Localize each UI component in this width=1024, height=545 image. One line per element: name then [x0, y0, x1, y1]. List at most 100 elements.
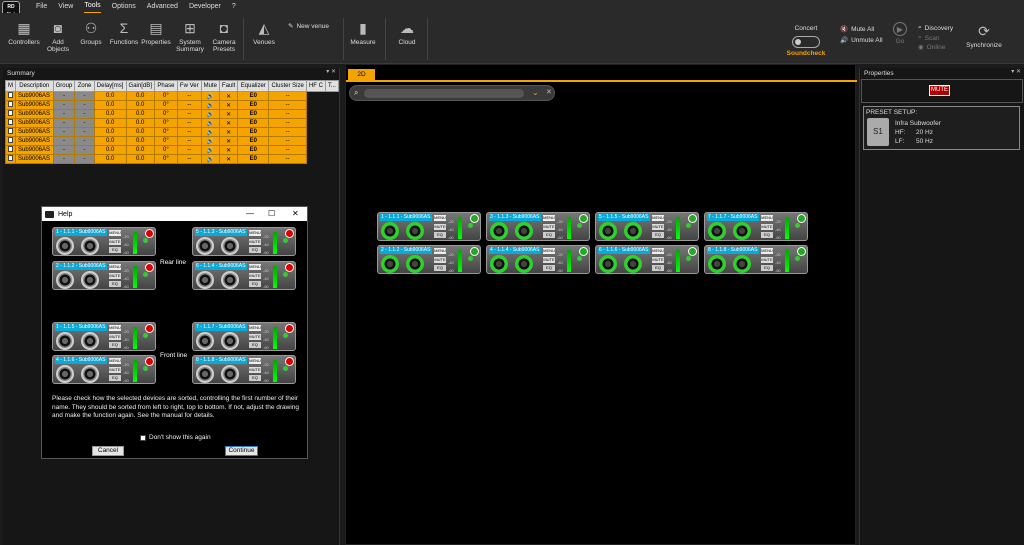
device-menu-button[interactable]: MENU — [109, 358, 121, 364]
close-icon[interactable]: ✕ — [292, 209, 299, 218]
column-header[interactable]: Fw Ver — [176, 80, 202, 92]
speaker-device[interactable]: 5 - 1.1.5 - Sub9006AS MENU MUTE EQ -20 -40 -60 — [595, 212, 699, 241]
device-menu-button[interactable]: MENU — [109, 264, 121, 270]
device-mute-button[interactable]: MUTE — [652, 224, 664, 230]
menu-view[interactable]: View — [58, 0, 73, 13]
row-checkbox[interactable] — [5, 127, 16, 137]
device-mute-button[interactable]: MUTE — [652, 257, 664, 263]
search-input[interactable] — [364, 89, 524, 98]
device-mute-button[interactable]: MUTE — [761, 257, 773, 263]
checkbox-box[interactable] — [8, 137, 13, 143]
column-header[interactable]: Fault — [218, 80, 239, 92]
table-row[interactable]: Sub9006AS - -0.0 0.0 0° -- 🔊 ✕ E0 -- — [5, 109, 339, 119]
cancel-button[interactable]: Cancel — [92, 446, 124, 456]
speaker-device[interactable]: 3 - 1.1.3 - Sub9006AS MENU MUTE EQ -20 -40 -60 — [486, 212, 590, 241]
device-menu-button[interactable]: MENU — [109, 230, 121, 236]
device-mute-button[interactable]: MUTE — [109, 367, 121, 373]
device-eq-button[interactable]: EQ — [652, 232, 664, 238]
functions-button[interactable]: Σ Functions — [108, 19, 140, 46]
speaker-device[interactable]: 6 - 1.1.4 - Sub9006AS MENU MUTE EQ -20 -40 -60 — [192, 261, 296, 290]
device-eq-button[interactable]: EQ — [249, 375, 261, 381]
checkbox-box[interactable] — [8, 128, 13, 134]
device-mute-button[interactable]: MUTE — [543, 224, 555, 230]
device-eq-button[interactable]: EQ — [109, 342, 121, 348]
dont-show-checkbox[interactable]: Don't show this again — [140, 434, 211, 441]
table-row[interactable]: Sub9006AS - -0.0 0.0 0° -- 🔊 ✕ E0 -- — [5, 127, 339, 137]
device-mute-button[interactable]: MUTE — [109, 239, 121, 245]
go-button[interactable]: ▶ Go — [890, 22, 910, 45]
synchronize-button[interactable]: ⟳ Synchronize — [962, 22, 1006, 49]
speaker-device[interactable]: 4 - 1.1.4 - Sub9006AS MENU MUTE EQ -20 -40 -60 — [486, 245, 590, 274]
properties-button[interactable]: ▤ Properties — [140, 19, 172, 46]
device-menu-button[interactable]: MENU — [249, 230, 261, 236]
groups-button[interactable]: ⚇ Groups — [78, 19, 104, 46]
device-menu-button[interactable]: MENU — [109, 325, 121, 331]
device-menu-button[interactable]: MENU — [761, 215, 773, 221]
panel-pin-icon[interactable]: ▾ ✕ — [326, 68, 336, 75]
device-eq-button[interactable]: EQ — [249, 342, 261, 348]
speaker-device[interactable]: 7 - 1.1.7 - Sub9006AS MENU MUTE EQ -20 -40 -60 — [704, 212, 808, 241]
panel-pin-icon[interactable]: ▾ ✕ — [1011, 68, 1021, 75]
row-checkbox[interactable] — [5, 109, 16, 119]
new-venue-button[interactable]: ✎ New venue — [288, 22, 329, 31]
controllers-button[interactable]: ▦ Controllers — [6, 19, 42, 46]
device-mute-button[interactable]: MUTE — [249, 273, 261, 279]
device-menu-button[interactable]: MENU — [434, 215, 446, 221]
online-button[interactable]: ◉ Online — [918, 43, 945, 52]
clear-icon[interactable]: ✕ — [546, 88, 552, 96]
speaker-device[interactable]: 7 - 1.1.7 - Sub9006AS MENU MUTE EQ -20 -40 -60 — [192, 322, 296, 351]
mode-switch[interactable] — [792, 36, 820, 48]
concert-soundcheck-toggle[interactable]: Concert Soundcheck — [784, 25, 828, 57]
venues-button[interactable]: ◭ Venues — [250, 19, 278, 46]
speaker-device[interactable]: 5 - 1.1.3 - Sub9006AS MENU MUTE EQ -20 -40 -60 — [192, 227, 296, 256]
column-header[interactable]: Phase — [153, 80, 178, 92]
add-objects-button[interactable]: ◙ Add Objects — [45, 19, 71, 53]
device-mute-button[interactable]: MUTE — [109, 273, 121, 279]
mute-all-button[interactable]: 🔇 Mute All — [840, 25, 874, 34]
device-mute-button[interactable]: MUTE — [109, 334, 121, 340]
device-mute-button[interactable]: MUTE — [434, 257, 446, 263]
maximize-icon[interactable]: ☐ — [268, 209, 275, 218]
device-eq-button[interactable]: EQ — [249, 247, 261, 253]
device-eq-button[interactable]: EQ — [109, 247, 121, 253]
column-header[interactable]: Delay[ms] — [93, 80, 127, 92]
column-header[interactable]: M — [5, 80, 16, 92]
camera-presets-button[interactable]: ◘ Camera Presets — [210, 19, 238, 53]
speaker-device[interactable]: 8 - 1.1.8 - Sub9006AS MENU MUTE EQ -20 -40 -60 — [704, 245, 808, 274]
speaker-device[interactable]: 8 - 1.1.8 - Sub9006AS MENU MUTE EQ -20 -40 -60 — [192, 355, 296, 384]
column-header[interactable]: Gain[dB] — [125, 80, 155, 92]
cell-mute[interactable]: 🔊 — [200, 109, 220, 119]
row-checkbox[interactable] — [5, 136, 16, 146]
device-mute-button[interactable]: MUTE — [543, 257, 555, 263]
minimize-icon[interactable]: — — [246, 209, 254, 218]
column-header[interactable]: Mute — [200, 80, 220, 92]
speaker-device[interactable]: 4 - 1.1.6 - Sub9006AS MENU MUTE EQ -20 -40 -60 — [52, 355, 156, 384]
menu-help[interactable]: ? — [232, 0, 236, 13]
row-checkbox[interactable] — [5, 91, 16, 101]
mute-button[interactable]: MUTE — [929, 85, 950, 96]
device-mute-button[interactable]: MUTE — [249, 239, 261, 245]
search-bar[interactable]: ⌕ ⌄ ✕ — [349, 85, 555, 101]
table-row[interactable]: Sub9006AS - -0.0 0.0 0° -- 🔊 ✕ E0 -- — [5, 91, 339, 101]
speaker-device[interactable]: 6 - 1.1.6 - Sub9006AS MENU MUTE EQ -20 -40 -60 — [595, 245, 699, 274]
speaker-device[interactable]: 1 - 1.1.5 - Sub9006AS MENU MUTE EQ -20 -40 -60 — [52, 322, 156, 351]
device-menu-button[interactable]: MENU — [434, 248, 446, 254]
row-checkbox[interactable] — [5, 145, 16, 155]
speaker-device[interactable]: 2 - 1.1.2 - Sub9006AS MENU MUTE EQ -20 -40 -60 — [52, 261, 156, 290]
column-header[interactable]: Description — [15, 80, 54, 92]
cell-mute[interactable]: 🔊 — [200, 154, 220, 164]
menu-advanced[interactable]: Advanced — [147, 0, 178, 13]
discovery-button[interactable]: ⌕ Discovery — [918, 24, 953, 32]
device-menu-button[interactable]: MENU — [249, 264, 261, 270]
device-mute-button[interactable]: MUTE — [249, 334, 261, 340]
menu-tools[interactable]: Tools — [84, 0, 101, 14]
measure-button[interactable]: ▮ Measure — [349, 19, 377, 46]
column-header[interactable]: Zone — [74, 80, 95, 92]
checkbox-box[interactable] — [8, 119, 13, 125]
system-summary-button[interactable]: ⊞ System Summary — [175, 19, 205, 53]
checkbox-box[interactable] — [8, 146, 13, 152]
speaker-device[interactable]: 1 - 1.1.1 - Sub9006AS MENU MUTE EQ -20 -40 -60 — [377, 212, 481, 241]
device-menu-button[interactable]: MENU — [543, 215, 555, 221]
cell-mute[interactable]: 🔊 — [200, 136, 220, 146]
device-eq-button[interactable]: EQ — [652, 265, 664, 271]
